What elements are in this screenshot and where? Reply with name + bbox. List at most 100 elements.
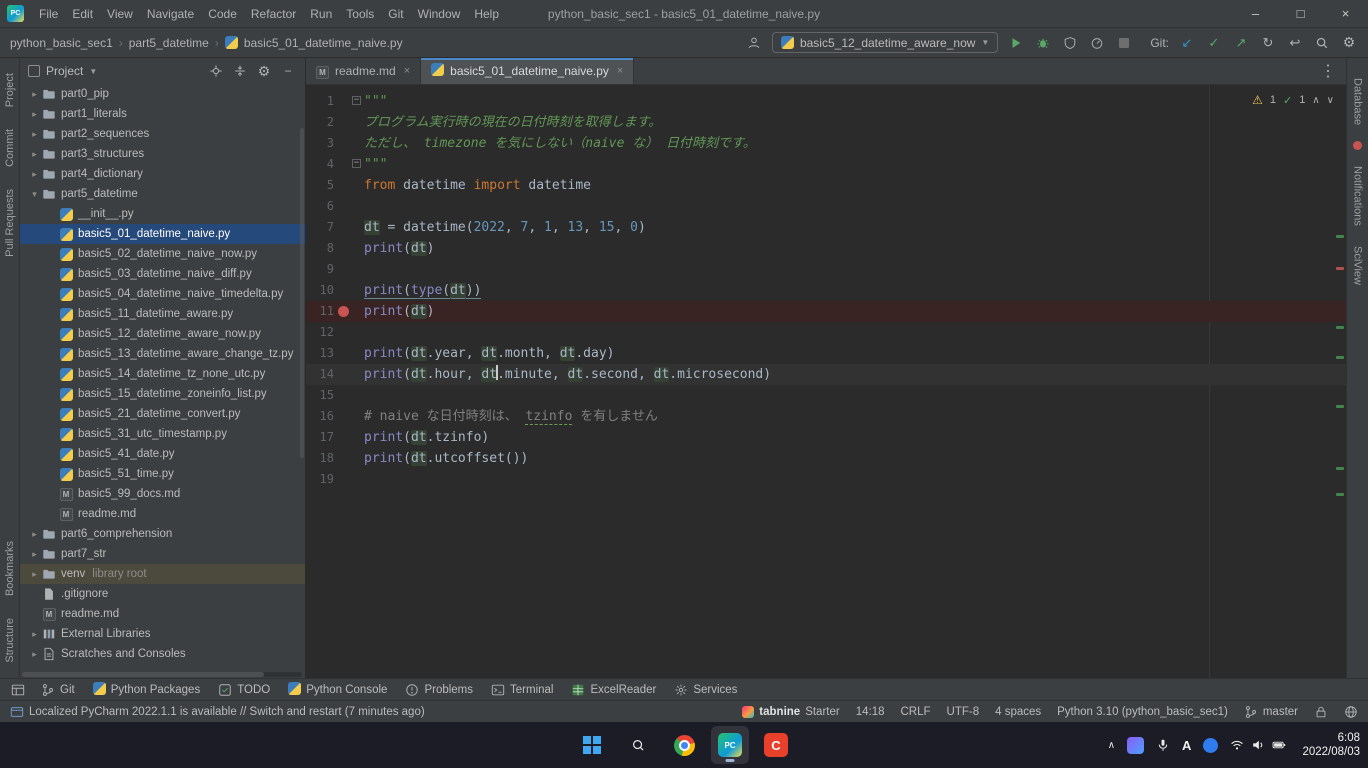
error-stripe-mark[interactable] xyxy=(1336,235,1344,238)
tree-item-basic5-41-date-py[interactable]: basic5_41_date.py xyxy=(20,444,305,464)
code-text[interactable]: ただし、 timezone を気にしない（naive な） 日付時刻です。 xyxy=(364,133,756,154)
menu-file[interactable]: File xyxy=(32,0,65,27)
tree-chevron-icon[interactable]: ▸ xyxy=(28,149,41,160)
gutter-line-12[interactable]: 12 xyxy=(306,322,364,343)
tree-chevron-icon[interactable]: ▸ xyxy=(28,129,41,140)
error-stripe-mark[interactable] xyxy=(1336,493,1344,496)
fold-icon[interactable]: − xyxy=(352,96,361,105)
maximize-button[interactable]: □ xyxy=(1278,0,1323,27)
gutter-line-5[interactable]: 5 xyxy=(306,175,364,196)
tree-chevron-icon[interactable]: ▸ xyxy=(28,89,41,100)
tree-chevron-icon[interactable]: ▾ xyxy=(28,189,41,200)
menu-run[interactable]: Run xyxy=(303,0,339,27)
tree-chevron-icon[interactable]: ▸ xyxy=(28,549,41,560)
pycharm-app-icon[interactable]: PC xyxy=(711,726,749,764)
tool-window-button-problems[interactable]: Problems xyxy=(396,679,482,700)
tree-item-basic5-04-datetime-naive-timedelta-py[interactable]: basic5_04_datetime_naive_timedelta.py xyxy=(20,284,305,304)
tree-item-part4-dictionary[interactable]: ▸part4_dictionary xyxy=(20,164,305,184)
tool-window-button-python-packages[interactable]: Python Packages xyxy=(84,679,210,700)
code-text[interactable]: print(dt.hour, dt.minute, dt.second, dt.… xyxy=(364,364,771,385)
tree-item-part3-structures[interactable]: ▸part3_structures xyxy=(20,144,305,164)
tree-item-part2-sequences[interactable]: ▸part2_sequences xyxy=(20,124,305,144)
gutter-line-9[interactable]: 9 xyxy=(306,259,364,280)
tool-window-button-python-console[interactable]: Python Console xyxy=(279,679,396,700)
taskbar-search-button[interactable] xyxy=(619,726,657,764)
gutter-line-10[interactable]: 10 xyxy=(306,280,364,301)
profiler-button[interactable] xyxy=(1088,34,1106,52)
coverage-button[interactable] xyxy=(1061,34,1079,52)
encoding-widget[interactable]: UTF-8 xyxy=(947,706,980,718)
run-configuration-select[interactable]: basic5_12_datetime_aware_now ▼ xyxy=(772,32,998,53)
prev-problem-icon[interactable]: ∧ xyxy=(1312,95,1319,106)
tree-chevron-icon[interactable]: ▸ xyxy=(28,629,41,640)
tree-item-readme-md[interactable]: Mreadme.md xyxy=(20,504,305,524)
ime-indicator[interactable]: A xyxy=(1182,738,1191,753)
inspections-widget[interactable]: ⚠1 ✓1 ∧ ∨ xyxy=(1252,93,1334,107)
code-editor[interactable]: 1−"""2プログラム実行時の現在の日付時刻を取得します。3ただし、 timez… xyxy=(306,85,1346,678)
code-text[interactable]: """ xyxy=(364,91,387,112)
tool-window-button-git[interactable]: Git xyxy=(32,679,84,700)
stop-button[interactable] xyxy=(1115,34,1133,52)
menu-edit[interactable]: Edit xyxy=(65,0,100,27)
settings-icon[interactable]: ⚙ xyxy=(1340,34,1358,52)
code-text[interactable]: # naive な日付時刻は、 tzinfo を有しません xyxy=(364,406,658,427)
tree-item-init-py[interactable]: __init__.py xyxy=(20,204,305,224)
status-message-widget[interactable]: Localized PyCharm 2022.1.1 is available … xyxy=(10,705,425,719)
tab-close-icon[interactable]: × xyxy=(617,65,623,77)
interpreter-widget[interactable]: Python 3.10 (python_basic_sec1) xyxy=(1057,706,1228,718)
next-problem-icon[interactable]: ∨ xyxy=(1327,95,1334,106)
gutter-line-8[interactable]: 8 xyxy=(306,238,364,259)
gutter-line-6[interactable]: 6 xyxy=(306,196,364,217)
menu-refactor[interactable]: Refactor xyxy=(244,0,303,27)
chrome-app-icon[interactable] xyxy=(665,726,703,764)
error-stripe-mark[interactable] xyxy=(1336,405,1344,408)
search-everywhere-icon[interactable] xyxy=(1313,34,1331,52)
gutter-line-18[interactable]: 18 xyxy=(306,448,364,469)
push-button[interactable]: ↗ xyxy=(1232,34,1250,52)
commit-button[interactable]: ✓ xyxy=(1205,34,1223,52)
tree-item-basic5-13-datetime-aware-change-tz-py[interactable]: basic5_13_datetime_aware_change_tz.py xyxy=(20,344,305,364)
editor-error-stripe[interactable] xyxy=(1334,115,1346,678)
code-text[interactable]: dt = datetime(2022, 7, 1, 13, 15, 0) xyxy=(364,217,646,238)
code-text[interactable]: print(dt.tzinfo) xyxy=(364,427,489,448)
run-button[interactable] xyxy=(1007,34,1025,52)
menu-tools[interactable]: Tools xyxy=(339,0,381,27)
code-text[interactable]: print(dt.year, dt.month, dt.day) xyxy=(364,343,615,364)
menu-git[interactable]: Git xyxy=(381,0,410,27)
menu-navigate[interactable]: Navigate xyxy=(140,0,201,27)
tree-chevron-icon[interactable]: ▸ xyxy=(28,109,41,120)
caret-position-widget[interactable]: 14:18 xyxy=(856,706,885,718)
tab-close-icon[interactable]: × xyxy=(404,65,410,77)
tree-item-basic5-01-datetime-naive-py[interactable]: basic5_01_datetime_naive.py xyxy=(20,224,305,244)
microphone-icon[interactable] xyxy=(1156,738,1170,752)
minimize-button[interactable]: – xyxy=(1233,0,1278,27)
tool-window-switcher-icon[interactable] xyxy=(8,683,28,697)
tree-item-part1-literals[interactable]: ▸part1_literals xyxy=(20,104,305,124)
user-icon[interactable] xyxy=(745,34,763,52)
gutter-line-13[interactable]: 13 xyxy=(306,343,364,364)
tree-item-external-libraries[interactable]: ▸External Libraries xyxy=(20,624,305,644)
code-text[interactable]: print(dt) xyxy=(364,238,434,259)
code-text[interactable]: プログラム実行時の現在の日付時刻を取得します。 xyxy=(364,112,661,133)
debug-button[interactable] xyxy=(1034,34,1052,52)
code-text[interactable]: from datetime import datetime xyxy=(364,175,591,196)
tree-item-basic5-99-docs-md[interactable]: Mbasic5_99_docs.md xyxy=(20,484,305,504)
tab-options-icon[interactable]: ⋮ xyxy=(1310,58,1346,84)
tree-item-basic5-02-datetime-naive-now-py[interactable]: basic5_02_datetime_naive_now.py xyxy=(20,244,305,264)
update-project-button[interactable]: ↙ xyxy=(1178,34,1196,52)
gutter-line-17[interactable]: 17 xyxy=(306,427,364,448)
gutter-line-2[interactable]: 2 xyxy=(306,112,364,133)
tool-window-button-excelreader[interactable]: ExcelReader xyxy=(562,679,665,700)
tree-item-readme-md[interactable]: Mreadme.md xyxy=(20,604,305,624)
tree-item-part0-pip[interactable]: ▸part0_pip xyxy=(20,84,305,104)
tree-item-basic5-11-datetime-aware-py[interactable]: basic5_11_datetime_aware.py xyxy=(20,304,305,324)
menu-window[interactable]: Window xyxy=(411,0,468,27)
tool-window-stripe-commit[interactable]: Commit xyxy=(4,129,16,167)
error-stripe-mark[interactable] xyxy=(1336,326,1344,329)
breadcrumb-item-part5-datetime[interactable]: part5_datetime xyxy=(129,36,209,50)
breakpoint-icon[interactable] xyxy=(338,306,349,317)
tree-chevron-icon[interactable]: ▸ xyxy=(28,529,41,540)
gutter-line-11[interactable]: 11 xyxy=(306,301,364,322)
tree-chevron-icon[interactable]: ▸ xyxy=(28,169,41,180)
tree-item-basic5-51-time-py[interactable]: basic5_51_time.py xyxy=(20,464,305,484)
